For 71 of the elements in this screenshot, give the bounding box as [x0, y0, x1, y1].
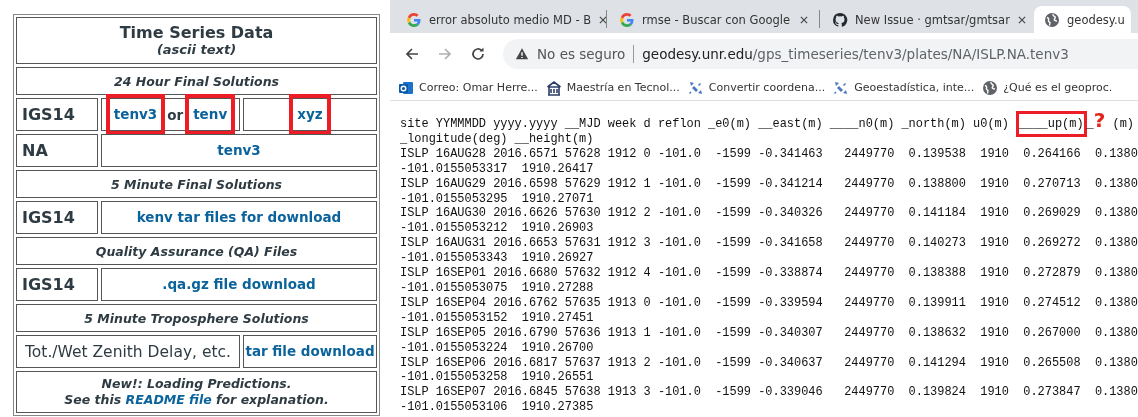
section-heading: 24 Hour Final Solutions	[16, 67, 377, 95]
bookmark-item[interactable]: ¿Qué es el geoproc.	[982, 79, 1113, 96]
address-bar[interactable]: No es seguro geodesy.unr.edu/gps_timeseries/tenv3/plates/NA/ISLP.NA.tenv3	[503, 39, 1138, 69]
github-icon	[832, 11, 848, 28]
data-line: -101.0155053258 1910.26551	[400, 370, 595, 386]
warning-icon	[515, 47, 529, 61]
highlighted-column: ____up(m)	[1016, 111, 1087, 137]
google-icon	[406, 11, 422, 28]
row-label: IGS14	[16, 201, 98, 234]
tab-title: New Issue · gmtsar/gmtsar	[855, 12, 1010, 27]
row-label: IGS14	[16, 98, 98, 131]
data-line: -101.0155053343 1910.26927	[400, 251, 595, 267]
highlighted-link[interactable]: tenv3	[105, 94, 166, 135]
data-line: -101.0155053152 1910.27451	[400, 310, 595, 326]
building-icon	[545, 79, 562, 96]
data-line: -101.0155053295 1910.27071	[400, 191, 595, 207]
connector-text: or	[167, 106, 184, 123]
data-line: ISLP 16AUG30 2016.6626 57630 1912 2 -101.0 -1599 -0.340326 2449770 0.141184 1910 0.269029 0.1380	[400, 206, 1138, 222]
section-heading: 5 Minute Troposphere Solutions	[16, 304, 377, 332]
data-line: ISLP 16AUG31 2016.6653 57631 1912 3 -101.0 -1599 -0.341658 2449770 0.140273 1910 0.269272 0.1380	[400, 236, 1138, 252]
download-link[interactable]: .qa.gz file download	[162, 276, 316, 293]
close-icon[interactable]	[1016, 14, 1027, 25]
browser-tab[interactable]: rmse - Buscar con Google	[609, 6, 817, 33]
highlighted-link[interactable]: xyz	[289, 94, 331, 135]
row-label: IGS14	[16, 268, 98, 301]
data-line: ISLP 16SEP04 2016.6762 57635 1913 0 -101.0 -1599 -0.339594 2449770 0.139911 1910 0.274512 0.1380	[400, 295, 1138, 311]
table-subtitle: (ascii text)	[156, 41, 237, 58]
bookmark-item[interactable]: Maestría en Tecnol...	[545, 79, 680, 96]
security-label: No es seguro	[537, 46, 626, 62]
row-label: NA	[16, 134, 98, 167]
back-icon[interactable]	[404, 46, 420, 62]
data-line: ISLP 16SEP06 2016.6817 57637 1913 2 -101.0 -1599 -0.340637 2449770 0.141294 1910 0.265508 0.1380	[400, 355, 1138, 371]
table-title: Time Series Data	[119, 23, 274, 42]
section-heading: 5 Minute Final Solutions	[16, 170, 377, 198]
browser-tab[interactable]: New Issue · gmtsar/gmtsar	[822, 6, 1030, 33]
download-link[interactable]: tar file download	[245, 343, 375, 360]
section-heading: Quality Assurance (QA) Files	[16, 237, 377, 265]
data-line: ISLP 16AUG29 2016.6598 57629 1912 1 -101.0 -1599 -0.341214 2449770 0.138800 1910 0.270713 0.1380	[400, 176, 1138, 192]
data-line: ISLP 16SEP05 2016.6790 57636 1913 1 -101.0 -1599 -0.340307 2449770 0.138632 1910 0.267000 0.1380	[400, 325, 1138, 341]
bookmark-item[interactable]: Geoestadística, inte...	[833, 79, 975, 96]
data-line: -101.0155053317 1910.26417	[400, 161, 595, 177]
data-line: -101.0155053106 1910.27385	[400, 400, 595, 416]
note-text: See this README file for explanation.	[64, 392, 329, 408]
satellite-icon	[687, 79, 704, 96]
highlighted-link[interactable]: tenv	[185, 94, 236, 135]
bookmark-item[interactable]: Convertir coordena...	[687, 79, 826, 96]
data-line: ISLP 16AUG28 2016.6571 57628 1912 0 -101.0 -1599 -0.341463 2449770 0.139538 1910 0.264166 0.1380	[400, 146, 1138, 162]
reload-icon[interactable]	[470, 46, 486, 62]
globe-icon	[1044, 11, 1060, 28]
browser-tab[interactable]: geodesy.u	[1034, 6, 1131, 33]
download-link[interactable]: tenv3	[217, 142, 261, 159]
satellite-icon	[833, 79, 850, 96]
mail-icon	[398, 79, 414, 96]
bookmark-item[interactable]: Correo: Omar Herre...	[398, 79, 538, 96]
close-icon[interactable]	[799, 14, 809, 25]
data-line: -101.0155053224 1910.26700	[400, 340, 595, 356]
data-line: -101.0155053212 1910.26903	[400, 221, 595, 237]
data-line: ISLP 16SEP07 2016.6845 57638 1913 3 -101.0 -1599 -0.339046 2449770 0.139824 1910 0.273847 0.1380	[400, 385, 1138, 401]
row-label: Tot./Wet Zenith Delay, etc.	[16, 335, 240, 368]
data-line: ISLP 16SEP01 2016.6680 57632 1912 4 -101.0 -1599 -0.338874 2449770 0.138388 1910 0.272879 0.1380	[400, 266, 1138, 281]
globe-icon	[982, 79, 999, 96]
tab-title: geodesy.u	[1067, 12, 1125, 27]
data-line: -101.0155053075 1910.27288	[400, 280, 595, 296]
tab-title: rmse - Buscar con Google	[642, 12, 792, 27]
readme-link[interactable]: README file	[125, 392, 212, 407]
url-text: geodesy.unr.edu/gps_timeseries/tenv3/plates/NA/ISLP.NA.tenv3	[642, 46, 1069, 62]
tab-title: error absoluto medio MD - B	[429, 12, 592, 27]
download-link[interactable]: kenv tar files for download	[136, 209, 342, 226]
google-icon	[619, 11, 635, 28]
header-line: _longitude(deg) __height(m)	[400, 131, 595, 147]
note-text: New!: Loading Predictions.	[101, 376, 292, 392]
